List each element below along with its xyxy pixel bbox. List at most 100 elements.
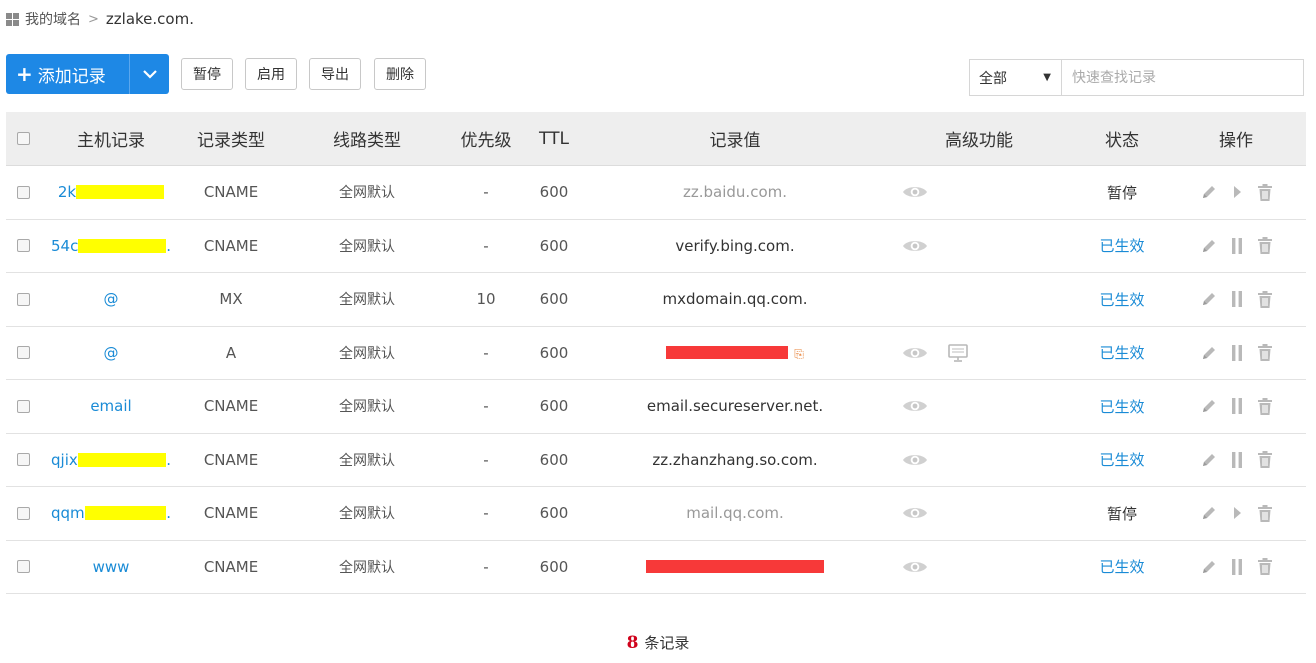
breadcrumb-root[interactable]: 我的域名 — [25, 9, 81, 29]
line-cell: 全网默认 — [339, 345, 395, 362]
priority-cell: - — [483, 450, 489, 469]
col-priority: 优先级 — [460, 131, 512, 151]
status-cell[interactable]: 已生效 — [1086, 380, 1158, 433]
ttl-cell: 600 — [539, 290, 569, 309]
eye-icon[interactable] — [902, 487, 928, 540]
add-record-dropdown[interactable] — [129, 54, 169, 94]
play-icon[interactable] — [1227, 183, 1246, 202]
pause-icon[interactable] — [1227, 557, 1246, 576]
eye-icon[interactable] — [902, 166, 928, 219]
breadcrumb-separator: > — [88, 11, 99, 27]
row-checkbox[interactable] — [16, 560, 30, 574]
host-highlight — [76, 185, 165, 200]
edit-icon[interactable] — [1199, 397, 1218, 416]
delete-button[interactable]: 删除 — [374, 58, 426, 90]
record-value: verify.bing.com. — [675, 236, 795, 255]
pause-button[interactable]: 暂停 — [181, 58, 233, 90]
trash-icon[interactable] — [1255, 236, 1274, 255]
type-cell: MX — [219, 290, 243, 309]
row-checkbox[interactable] — [16, 346, 30, 360]
add-record-button[interactable]: + 添加记录 — [6, 54, 129, 94]
row-checkbox[interactable] — [16, 453, 30, 467]
pause-icon[interactable] — [1227, 397, 1246, 416]
row-checkbox[interactable] — [16, 399, 30, 413]
host-cell[interactable]: email — [51, 380, 171, 433]
status-cell[interactable]: 已生效 — [1086, 220, 1158, 273]
value-redacted — [666, 346, 789, 360]
edit-icon[interactable] — [1199, 504, 1218, 523]
row-checkbox[interactable] — [16, 506, 30, 520]
tag-icon[interactable]: ⎘ — [794, 347, 804, 362]
trash-icon[interactable] — [1255, 397, 1274, 416]
row-actions — [1199, 166, 1274, 219]
host-tail: . — [166, 236, 171, 255]
enable-button[interactable]: 启用 — [245, 58, 297, 90]
host-cell[interactable]: 2k — [51, 166, 171, 219]
row-actions — [1199, 273, 1274, 326]
type-cell: CNAME — [203, 236, 259, 255]
export-button[interactable]: 导出 — [309, 58, 361, 90]
chevron-down-icon — [142, 70, 157, 79]
edit-icon[interactable] — [1199, 343, 1218, 362]
pause-icon[interactable] — [1227, 343, 1246, 362]
edit-icon[interactable] — [1199, 290, 1218, 309]
pause-icon[interactable] — [1227, 290, 1246, 309]
table-row: @ MX 全网默认 10 600 mxdomain.qq.com. 已生效 — [6, 273, 1306, 327]
eye-icon[interactable] — [902, 541, 928, 594]
row-checkbox[interactable] — [16, 292, 30, 306]
host-tail: . — [166, 450, 171, 469]
ttl-cell: 600 — [539, 183, 569, 202]
pause-icon[interactable] — [1227, 450, 1246, 469]
host-text: qjix — [51, 450, 78, 469]
row-checkbox[interactable] — [16, 239, 30, 253]
value-cell: verify.bing.com. — [585, 220, 885, 273]
breadcrumb-current: zzlake.com. — [105, 10, 194, 28]
edit-icon[interactable] — [1199, 183, 1218, 202]
row-actions — [1199, 434, 1274, 487]
value-cell: mxdomain.qq.com. — [585, 273, 885, 326]
line-cell: 全网默认 — [339, 506, 395, 523]
eye-icon[interactable] — [902, 220, 928, 273]
host-cell[interactable]: @ — [51, 273, 171, 326]
row-checkbox[interactable] — [16, 185, 30, 199]
ttl-cell: 600 — [539, 397, 569, 416]
status-cell[interactable]: 已生效 — [1086, 327, 1158, 380]
value-cell: zz.zhanzhang.so.com. — [585, 434, 885, 487]
value-redacted — [646, 560, 824, 574]
toolbar: + 添加记录 暂停 启用 导出 删除 全部 ▼ — [6, 54, 1306, 96]
eye-icon[interactable] — [902, 434, 928, 487]
trash-icon[interactable] — [1255, 504, 1274, 523]
search-input[interactable] — [1061, 59, 1304, 96]
record-value: zz.baidu.com. — [683, 183, 787, 202]
col-host: 主机记录 — [77, 131, 145, 151]
eye-icon[interactable] — [902, 327, 928, 380]
edit-icon[interactable] — [1199, 236, 1218, 255]
status-cell[interactable]: 已生效 — [1086, 541, 1158, 594]
host-cell[interactable]: www — [51, 541, 171, 594]
pause-icon[interactable] — [1227, 236, 1246, 255]
line-cell: 全网默认 — [339, 185, 395, 202]
host-cell[interactable]: 54c. — [51, 220, 171, 273]
host-highlight — [84, 506, 167, 521]
host-cell[interactable]: qqm. — [51, 487, 171, 540]
host-text: qqm — [51, 504, 85, 523]
status-cell[interactable]: 已生效 — [1086, 273, 1158, 326]
eye-icon[interactable] — [902, 380, 928, 433]
trash-icon[interactable] — [1255, 450, 1274, 469]
play-icon[interactable] — [1227, 504, 1246, 523]
status-cell[interactable]: 已生效 — [1086, 434, 1158, 487]
trash-icon[interactable] — [1255, 290, 1274, 309]
host-cell[interactable]: @ — [51, 327, 171, 380]
edit-icon[interactable] — [1199, 450, 1218, 469]
trash-icon[interactable] — [1255, 557, 1274, 576]
record-filter-select[interactable]: 全部 ▼ — [969, 59, 1062, 96]
select-all-checkbox[interactable] — [16, 132, 30, 145]
table-row: email CNAME 全网默认 - 600 email.secureserver.net… — [6, 380, 1306, 434]
trash-icon[interactable] — [1255, 343, 1274, 362]
value-cell: email.secureserver.net. — [585, 380, 885, 433]
trash-icon[interactable] — [1255, 183, 1274, 202]
edit-icon[interactable] — [1199, 557, 1218, 576]
table-body: 2k CNAME 全网默认 - 600 zz.baidu.com. 暂停 54c. CNAME 全… — [6, 166, 1306, 594]
monitor-icon[interactable] — [948, 327, 968, 380]
host-cell[interactable]: qjix. — [51, 434, 171, 487]
